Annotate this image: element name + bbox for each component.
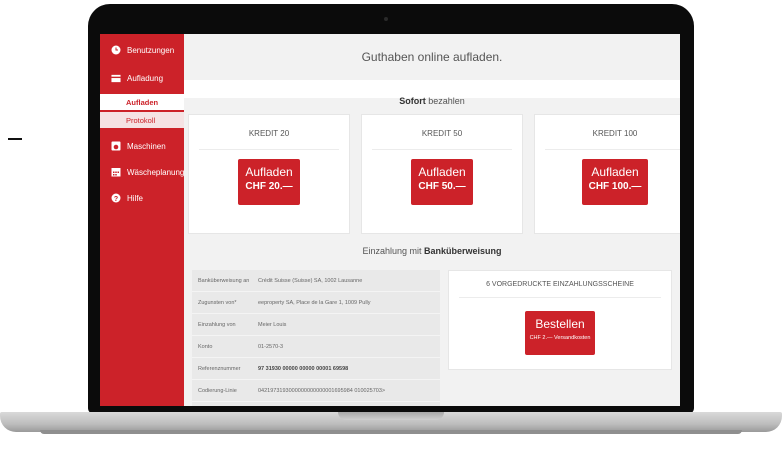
table-row: Konto 01-2570-3 bbox=[192, 336, 440, 358]
credit-card-20: KREDIT 20 Aufladen CHF 20.— bbox=[188, 114, 350, 234]
card-divider bbox=[372, 149, 512, 150]
card-divider bbox=[459, 297, 661, 298]
button-line2: CHF 50.— bbox=[418, 181, 466, 192]
button-line2: CHF 100.— bbox=[588, 181, 642, 192]
row-value: 01-2570-3 bbox=[258, 343, 284, 350]
sidebar-subitem-protokoll[interactable]: Protokoll bbox=[100, 112, 184, 128]
page-title: Guthaben online aufladen. bbox=[361, 50, 503, 64]
sidebar: Benutzungen Aufladung Aufladen Protokoll… bbox=[100, 34, 184, 406]
card-label: KREDIT 100 bbox=[592, 129, 638, 138]
svg-text:?: ? bbox=[114, 196, 118, 203]
sidebar-item-waescheplanung[interactable]: Wäscheplanung bbox=[100, 164, 184, 180]
laptop-notch bbox=[338, 412, 444, 420]
section-heading-prefix: Einzahlung mit bbox=[362, 246, 425, 256]
button-line1: Aufladen bbox=[418, 165, 466, 179]
button-line1: Aufladen bbox=[591, 165, 639, 179]
card-icon bbox=[111, 73, 121, 83]
washer-icon bbox=[111, 141, 121, 151]
aufladen-100-button[interactable]: Aufladen CHF 100.— bbox=[582, 159, 648, 205]
sidebar-item-aufladung[interactable]: Aufladung bbox=[100, 70, 184, 86]
section-heading-rest: bezahlen bbox=[425, 96, 465, 106]
credit-card-100: KREDIT 100 Aufladen CHF 100.— bbox=[534, 114, 680, 234]
sidebar-item-label: Benutzungen bbox=[127, 45, 175, 55]
sidebar-item-label: Hilfe bbox=[127, 193, 144, 203]
sidebar-subitem-aufladen[interactable]: Aufladen bbox=[100, 94, 184, 110]
sidebar-item-label: Aufladung bbox=[127, 73, 164, 83]
voucher-card: 6 VORGEDRUCKTE EINZAHLUNGSSCHEINE Bestel… bbox=[448, 270, 672, 370]
sidebar-item-benutzungen[interactable]: Benutzungen bbox=[100, 42, 184, 58]
sidebar-item-maschinen[interactable]: Maschinen bbox=[100, 138, 184, 154]
row-value: 97 31930 00000 00000 00001 69598 bbox=[258, 365, 349, 372]
section-heading-bank: Einzahlung mit Banküberweisung bbox=[184, 246, 680, 256]
row-key: Referenznummer bbox=[198, 365, 241, 372]
aufladen-20-button[interactable]: Aufladen CHF 20.— bbox=[238, 159, 300, 205]
row-key: Banküberweisung an bbox=[198, 277, 250, 284]
credit-card-50: KREDIT 50 Aufladen CHF 50.— bbox=[361, 114, 523, 234]
table-row: Zugunsten von* eeproperty SA, Place de la… bbox=[192, 292, 440, 314]
row-key: Zugunsten von* bbox=[198, 299, 237, 306]
table-row: Codierung-Linie 0421973193000000000000001… bbox=[192, 380, 440, 402]
card-divider bbox=[199, 149, 339, 150]
row-value: Meier Louis bbox=[258, 321, 287, 328]
card-divider bbox=[545, 149, 680, 150]
row-value: 0421973193000000000000001695984 01002570… bbox=[258, 387, 386, 394]
row-key: Codierung-Linie bbox=[198, 387, 237, 394]
button-line2: CHF 20.— bbox=[245, 181, 293, 192]
row-key: Einzahlung von bbox=[198, 321, 236, 328]
decorative-dash bbox=[8, 138, 22, 140]
button-line1: Bestellen bbox=[535, 317, 585, 331]
bank-transfer-table: Banküberweisung an Crédit Suisse (Suisse)… bbox=[192, 270, 440, 406]
section-heading-bold: Banküberweisung bbox=[424, 246, 502, 256]
button-line2: CHF 2.— Versandkosten bbox=[529, 335, 591, 341]
table-row: Referenznummer 97 31930 00000 00000 00001… bbox=[192, 358, 440, 380]
section-heading-sofort: Sofort bezahlen bbox=[184, 96, 680, 106]
voucher-label: 6 VORGEDRUCKTE EINZAHLUNGSSCHEINE bbox=[486, 281, 634, 288]
card-label: KREDIT 50 bbox=[421, 129, 463, 138]
camera-dot bbox=[384, 17, 388, 21]
table-row: Banküberweisung an Crédit Suisse (Suisse)… bbox=[192, 270, 440, 292]
help-icon: ? bbox=[111, 193, 121, 203]
screen: Benutzungen Aufladung Aufladen Protokoll… bbox=[100, 34, 680, 406]
sidebar-item-hilfe[interactable]: ? Hilfe bbox=[100, 190, 184, 206]
sidebar-item-label: Wäscheplanung bbox=[127, 167, 185, 177]
row-value: eeproperty SA, Place de la Gare 1, 1009 … bbox=[258, 299, 371, 306]
card-label: KREDIT 20 bbox=[248, 129, 290, 138]
main-content: Guthaben online aufladen. Sofort bezahle… bbox=[184, 34, 680, 406]
row-value: Crédit Suisse (Suisse) SA, 1002 Lausanne bbox=[258, 277, 363, 284]
calendar-icon bbox=[111, 167, 121, 177]
row-key: Konto bbox=[198, 343, 213, 350]
section-heading-bold: Sofort bbox=[399, 96, 426, 106]
table-row: Einzahlung von Meier Louis bbox=[192, 314, 440, 336]
button-line1: Aufladen bbox=[245, 165, 293, 179]
bestellen-button[interactable]: Bestellen CHF 2.— Versandkosten bbox=[525, 311, 595, 355]
sidebar-item-label: Maschinen bbox=[127, 141, 166, 151]
aufladen-50-button[interactable]: Aufladen CHF 50.— bbox=[411, 159, 473, 205]
clock-icon bbox=[111, 45, 121, 55]
laptop-foot bbox=[40, 430, 742, 434]
